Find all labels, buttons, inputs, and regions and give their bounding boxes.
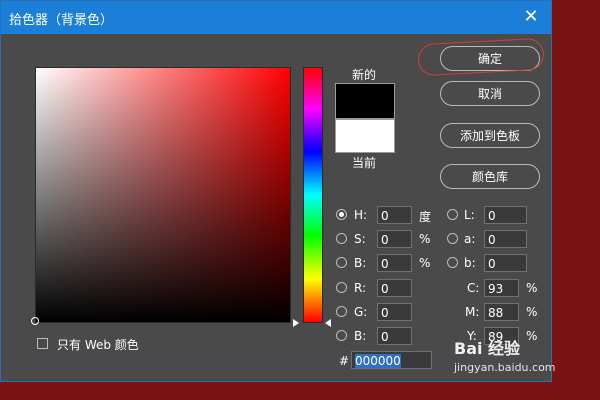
- hue-slider-left-handle[interactable]: [293, 319, 299, 327]
- m-unit: %: [526, 305, 538, 319]
- new-color-label: 新的: [352, 68, 377, 82]
- radio-lab-b[interactable]: [447, 257, 458, 268]
- m-label: M:: [465, 305, 480, 319]
- radio-l[interactable]: [447, 209, 458, 220]
- watermark-url: jingyan.baidu.com: [454, 361, 556, 374]
- color-picker-dialog: 拾色器（背景色） ✕ 新的 当前 确定 取消 添加到色板 颜色库 H: 0 度 …: [0, 0, 556, 382]
- lab-b-input[interactable]: 0: [484, 254, 527, 272]
- hex-label: #: [339, 354, 350, 368]
- a-label: a:: [464, 232, 476, 246]
- radio-r[interactable]: [336, 282, 347, 293]
- r-label: R:: [354, 281, 367, 295]
- a-input[interactable]: 0: [484, 230, 527, 248]
- color-libraries-button[interactable]: 颜色库: [440, 164, 540, 189]
- color-field[interactable]: [35, 67, 291, 323]
- c-input[interactable]: 93: [484, 279, 519, 297]
- b-input[interactable]: 0: [377, 254, 412, 272]
- watermark-logo-text: Bai 经验: [454, 339, 521, 358]
- hue-slider[interactable]: [303, 67, 323, 323]
- s-unit: %: [419, 232, 431, 246]
- color-field-cursor: [31, 317, 39, 325]
- web-colors-label: 只有 Web 颜色: [57, 338, 139, 352]
- hue-slider-right-handle[interactable]: [325, 319, 331, 327]
- radio-a[interactable]: [447, 233, 458, 244]
- rgb-b-label: B:: [354, 329, 367, 343]
- m-input[interactable]: 88: [484, 303, 519, 321]
- c-unit: %: [526, 281, 538, 295]
- b-label: B:: [354, 256, 367, 270]
- cancel-button[interactable]: 取消: [440, 81, 540, 106]
- baidu-watermark: Bai 经验 jingyan.baidu.com: [454, 335, 556, 374]
- hex-input[interactable]: 000000: [351, 351, 432, 369]
- radio-g[interactable]: [336, 306, 347, 317]
- dialog-title: 拾色器（背景色）: [9, 13, 114, 28]
- close-icon[interactable]: ✕: [521, 7, 541, 27]
- l-label: L:: [464, 208, 475, 222]
- g-input[interactable]: 0: [377, 303, 412, 321]
- current-color-label: 当前: [352, 156, 377, 170]
- new-color-swatch: [335, 83, 395, 119]
- title-bar: 拾色器（背景色） ✕: [1, 1, 551, 34]
- h-input[interactable]: 0: [377, 206, 412, 224]
- radio-s[interactable]: [336, 233, 347, 244]
- r-input[interactable]: 0: [377, 279, 412, 297]
- s-input[interactable]: 0: [377, 230, 412, 248]
- add-to-swatches-button[interactable]: 添加到色板: [440, 123, 540, 148]
- b-unit: %: [419, 256, 431, 270]
- web-colors-checkbox[interactable]: [37, 338, 48, 349]
- h-unit: 度: [419, 210, 432, 224]
- radio-h[interactable]: [336, 209, 347, 220]
- annotation-ellipse: [417, 37, 545, 77]
- c-label: C:: [467, 281, 480, 295]
- hex-value: 000000: [355, 354, 401, 368]
- lab-b-label: b:: [464, 256, 476, 270]
- radio-b[interactable]: [336, 257, 347, 268]
- s-label: S:: [354, 232, 366, 246]
- radio-rgb-b[interactable]: [336, 330, 347, 341]
- h-label: H:: [354, 208, 368, 222]
- current-color-swatch[interactable]: [335, 119, 395, 153]
- rgb-b-input[interactable]: 0: [377, 327, 412, 345]
- l-input[interactable]: 0: [484, 206, 527, 224]
- g-label: G:: [354, 305, 368, 319]
